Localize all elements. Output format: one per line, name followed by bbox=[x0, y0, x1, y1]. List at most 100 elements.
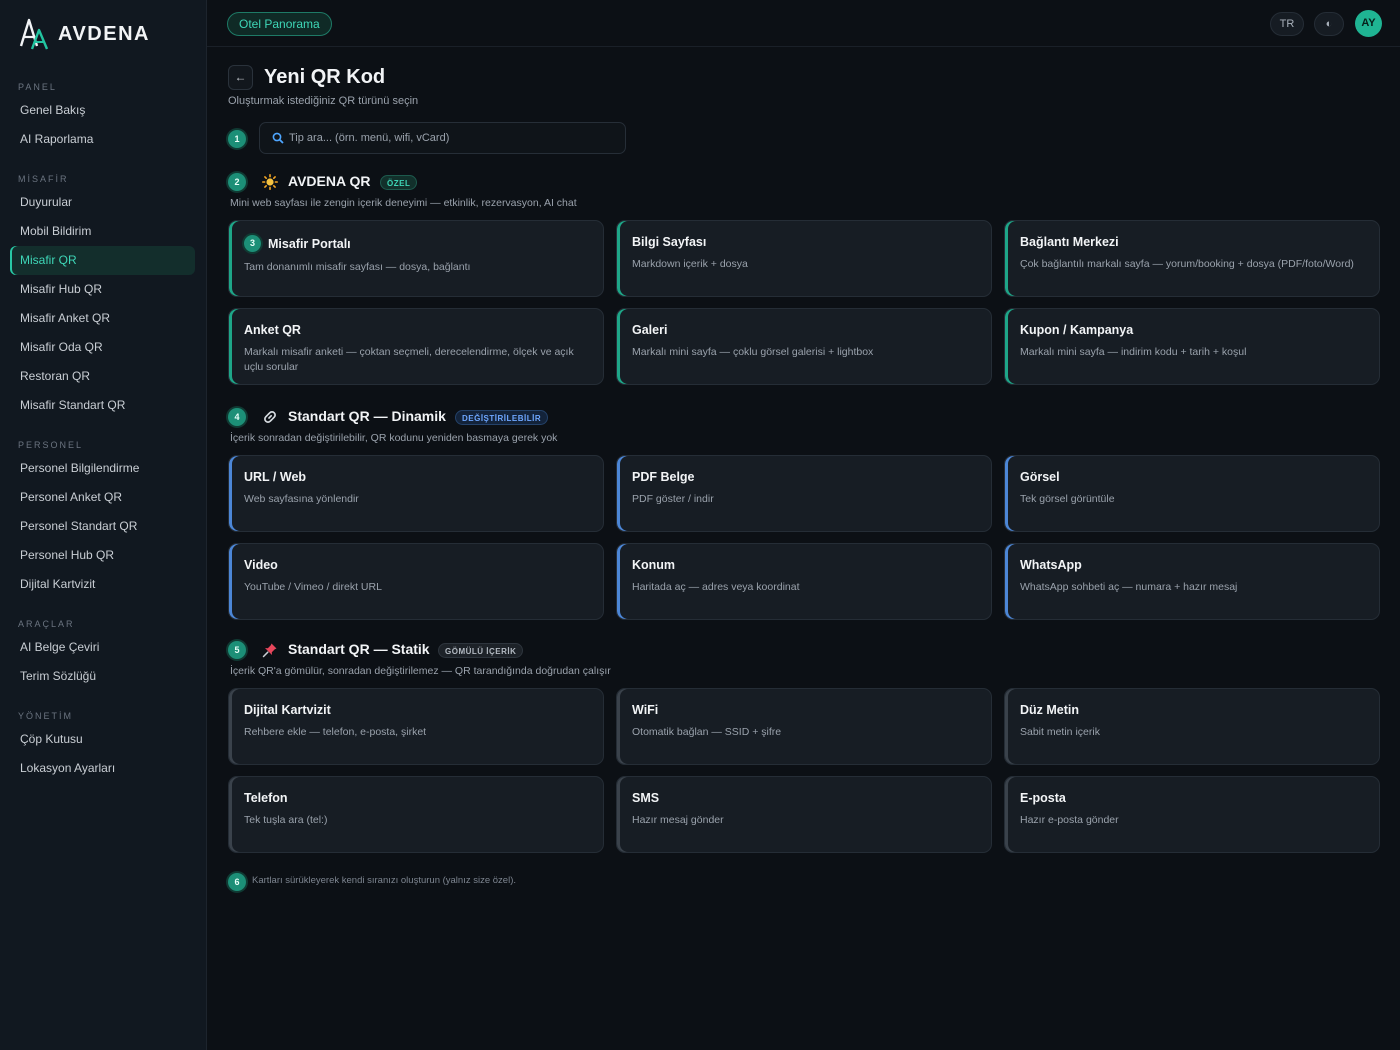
sidebar-item-personel-hub-qr[interactable]: Personel Hub QR bbox=[10, 541, 195, 570]
sidebar-item-misafir-standart-qr[interactable]: Misafir Standart QR bbox=[10, 391, 195, 420]
card-konum[interactable]: Konum Haritada aç — adres veya koordinat bbox=[616, 543, 992, 620]
step-badge-6: 6 bbox=[228, 873, 246, 891]
card-desc: Rehbere ekle — telefon, e-posta, şirket bbox=[244, 726, 427, 738]
card-title: Video bbox=[244, 558, 278, 572]
back-button[interactable]: ← bbox=[228, 65, 253, 90]
card-title: WhatsApp bbox=[1020, 558, 1082, 572]
card-e-posta[interactable]: E-posta Hazır e-posta gönder bbox=[1004, 776, 1380, 853]
search-input[interactable] bbox=[289, 132, 609, 144]
sidebar-item-cop-kutusu[interactable]: Çöp Kutusu bbox=[10, 725, 195, 754]
drag-hint: Kartları sürükleyerek kendi sıranızı olu… bbox=[252, 875, 516, 886]
card-title: Bilgi Sayfası bbox=[632, 235, 707, 249]
sidebar-item-ai-raporlama[interactable]: AI Raporlama bbox=[10, 125, 195, 154]
card-dijital-kartvizit[interactable]: Dijital Kartvizit Rehbere ekle — telefon… bbox=[228, 688, 604, 765]
card-anket-qr[interactable]: Anket QR Markalı misafir anketi — çoktan… bbox=[228, 308, 604, 385]
page-title: Yeni QR Kod bbox=[264, 66, 386, 88]
sidebar-item-misafir-qr[interactable]: Misafir QR bbox=[10, 246, 195, 275]
search-box bbox=[259, 122, 626, 154]
card-gorsel[interactable]: Görsel Tek görsel görüntüle bbox=[1004, 455, 1380, 532]
card-title: Anket QR bbox=[244, 323, 301, 337]
sidebar-item-restoran-qr[interactable]: Restoran QR bbox=[10, 362, 195, 391]
sidebar-item-lokasyon-ayarlari[interactable]: Lokasyon Ayarları bbox=[10, 754, 195, 783]
card-telefon[interactable]: Telefon Tek tuşla ara (tel:) bbox=[228, 776, 604, 853]
sidebar-item-personel-standart-qr[interactable]: Personel Standart QR bbox=[10, 512, 195, 541]
tag-ozel: ÖZEL bbox=[380, 175, 418, 190]
card-desc: Web sayfasına yönlendir bbox=[244, 493, 359, 505]
link-icon bbox=[264, 411, 276, 423]
brand[interactable]: AVDENA bbox=[18, 16, 150, 52]
sun-icon bbox=[262, 174, 278, 190]
brand-name: AVDENA bbox=[58, 22, 150, 45]
card-title: E-posta bbox=[1020, 791, 1066, 805]
page-subtitle: Oluşturmak istediğiniz QR türünü seçin bbox=[228, 95, 419, 107]
topbar: Otel Panorama TR ◐ AY bbox=[207, 0, 1400, 47]
sidebar-item-ai-belge-ceviri[interactable]: AI Belge Çeviri bbox=[10, 633, 195, 662]
section-dinamik-header: 4 Standart QR — Dinamik DEĞİŞTİRİLEBİLİR bbox=[228, 407, 728, 427]
sidebar-item-misafir-hub-qr[interactable]: Misafir Hub QR bbox=[10, 275, 195, 304]
hotel-selector[interactable]: Otel Panorama bbox=[227, 12, 332, 36]
card-kupon-kampanya[interactable]: Kupon / Kampanya Markalı mini sayfa — in… bbox=[1004, 308, 1380, 385]
card-desc: Hazır mesaj gönder bbox=[632, 814, 724, 826]
card-video[interactable]: Video YouTube / Vimeo / direkt URL bbox=[228, 543, 604, 620]
step-badge-5: 5 bbox=[228, 641, 246, 659]
card-bilgi-sayfasi[interactable]: Bilgi Sayfası Markdown içerik + dosya bbox=[616, 220, 992, 297]
search-icon bbox=[272, 132, 284, 144]
card-pdf-belge[interactable]: PDF Belge PDF göster / indir bbox=[616, 455, 992, 532]
card-desc: YouTube / Vimeo / direkt URL bbox=[244, 581, 382, 593]
card-desc: Çok bağlantılı markalı sayfa — yorum/boo… bbox=[1020, 258, 1354, 270]
sidebar-item-genel-bakis[interactable]: Genel Bakış bbox=[10, 96, 195, 125]
nav-section-misafir: MİSAFİR bbox=[18, 174, 69, 184]
section-title-statik: Standart QR — Statik bbox=[288, 641, 430, 657]
sidebar-item-personel-bilgilendirme[interactable]: Personel Bilgilendirme bbox=[10, 454, 195, 483]
card-grid-dinamik: URL / Web Web sayfasına yönlendir PDF Be… bbox=[228, 455, 1380, 620]
card-desc: PDF göster / indir bbox=[632, 493, 714, 505]
card-title: Konum bbox=[632, 558, 676, 572]
sidebar-item-personel-anket-qr[interactable]: Personel Anket QR bbox=[10, 483, 195, 512]
nav-section-personel: PERSONEL bbox=[18, 440, 84, 450]
card-duz-metin[interactable]: Düz Metin Sabit metin içerik bbox=[1004, 688, 1380, 765]
sidebar-item-misafir-anket-qr[interactable]: Misafir Anket QR bbox=[10, 304, 195, 333]
step-badge-1: 1 bbox=[228, 130, 246, 148]
card-desc: Sabit metin içerik bbox=[1020, 726, 1100, 738]
tag-gomulu-icerik: GÖMÜLÜ İÇERİK bbox=[438, 643, 524, 658]
sidebar-item-duyurular[interactable]: Duyurular bbox=[10, 188, 195, 217]
card-misafir-portali[interactable]: 3 Misafir Portalı Tam donanımlı misafir s… bbox=[228, 220, 604, 297]
card-title: PDF Belge bbox=[632, 470, 695, 484]
card-title: Düz Metin bbox=[1020, 703, 1080, 717]
card-whatsapp[interactable]: WhatsApp WhatsApp sohbeti aç — numara + … bbox=[1004, 543, 1380, 620]
card-title: Bağlantı Merkezi bbox=[1020, 235, 1119, 249]
sidebar-item-mobil-bildirim[interactable]: Mobil Bildirim bbox=[10, 217, 195, 246]
section-statik-header: 5 Standart QR — Statik GÖMÜLÜ İÇERİK bbox=[228, 640, 728, 660]
card-wifi[interactable]: WiFi Otomatik bağlan — SSID + şifre bbox=[616, 688, 992, 765]
step-badge-2: 2 bbox=[228, 173, 246, 191]
sidebar-item-terim-sozlugu[interactable]: Terim Sözlüğü bbox=[10, 662, 195, 691]
card-desc: Haritada aç — adres veya koordinat bbox=[632, 581, 800, 593]
language-button[interactable]: TR bbox=[1270, 12, 1304, 36]
nav-section-yonetim: YÖNETİM bbox=[18, 711, 74, 721]
step-badge-4: 4 bbox=[228, 408, 246, 426]
card-desc: Markalı misafir anketi — çoktan seçmeli,… bbox=[244, 346, 574, 373]
section-title-dinamik: Standart QR — Dinamik bbox=[288, 408, 446, 424]
card-desc: WhatsApp sohbeti aç — numara + hazır mes… bbox=[1020, 581, 1238, 593]
sidebar-item-misafir-oda-qr[interactable]: Misafir Oda QR bbox=[10, 333, 195, 362]
card-title: Dijital Kartvizit bbox=[244, 703, 331, 717]
card-desc: Tek görsel görüntüle bbox=[1020, 493, 1115, 505]
section-desc-avdena: Mini web sayfası ile zengin içerik deney… bbox=[230, 197, 577, 209]
card-title: URL / Web bbox=[244, 470, 307, 484]
card-url-web[interactable]: URL / Web Web sayfasına yönlendir bbox=[228, 455, 604, 532]
sidebar-item-dijital-kartvizit[interactable]: Dijital Kartvizit bbox=[10, 570, 195, 599]
card-desc: Markdown içerik + dosya bbox=[632, 258, 748, 270]
theme-toggle-icon[interactable]: ◐ bbox=[1314, 12, 1344, 36]
card-baglanti-merkezi[interactable]: Bağlantı Merkezi Çok bağlantılı markalı … bbox=[1004, 220, 1380, 297]
card-sms[interactable]: SMS Hazır mesaj gönder bbox=[616, 776, 992, 853]
avatar[interactable]: AY bbox=[1355, 10, 1382, 37]
card-title: Görsel bbox=[1020, 470, 1060, 484]
card-title: Galeri bbox=[632, 323, 668, 337]
card-galeri[interactable]: Galeri Markalı mini sayfa — çoklu görsel… bbox=[616, 308, 992, 385]
tag-degistirilebilir: DEĞİŞTİRİLEBİLİR bbox=[455, 410, 549, 425]
card-desc: Tam donanımlı misafir sayfası — dosya, b… bbox=[244, 261, 471, 273]
section-avdena-qr-header: 2 AVDENA QR ÖZEL bbox=[228, 172, 628, 192]
nav-section-panel: PANEL bbox=[18, 82, 57, 92]
section-desc-dinamik: İçerik sonradan değiştirilebilir, QR kod… bbox=[230, 432, 558, 444]
card-title: WiFi bbox=[632, 703, 659, 717]
